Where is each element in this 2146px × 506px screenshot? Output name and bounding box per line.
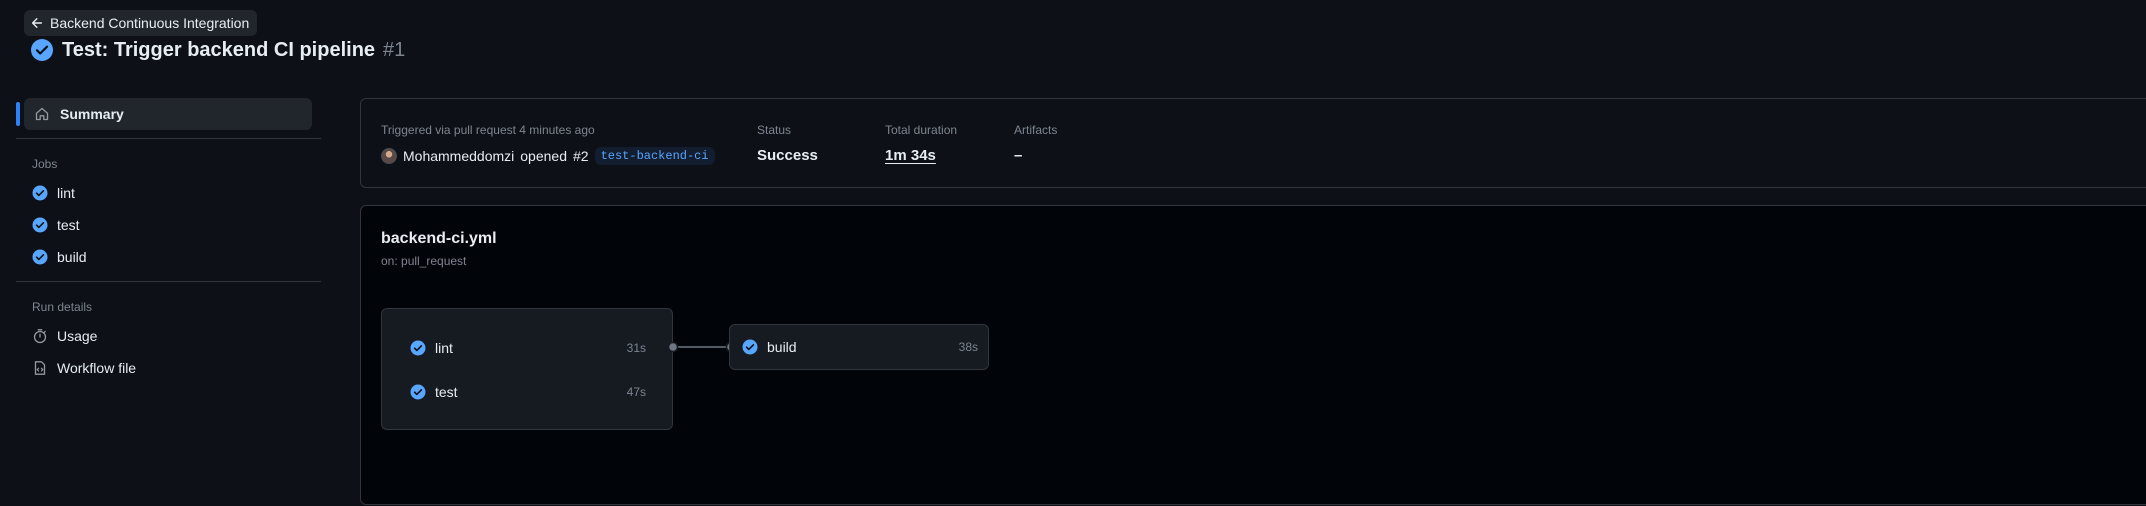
duration-info: Total duration 1m 34s [885, 123, 957, 164]
stopwatch-icon [33, 329, 47, 344]
workflow-graph-card: backend-ci.yml on: pull_request lint 31s… [360, 205, 2146, 505]
avatar[interactable] [381, 148, 397, 164]
sidebar-item-build[interactable]: build [16, 241, 321, 273]
workflow-trigger-event: on: pull_request [381, 254, 467, 268]
run-details-section-heading: Run details [32, 300, 93, 314]
job-group: lint 31s test 47s [381, 308, 673, 430]
job-node-lint[interactable]: lint 31s [410, 338, 646, 358]
sidebar-divider [16, 281, 321, 282]
trigger-action: opened [520, 148, 567, 164]
sidebar-item-usage[interactable]: Usage [16, 320, 321, 352]
success-check-icon [32, 249, 48, 265]
status-info: Status Success [757, 123, 818, 164]
sidebar-item-label: Workflow file [57, 360, 137, 376]
sidebar-item-label: Usage [57, 328, 98, 344]
home-icon [35, 107, 49, 121]
job-duration: 38s [958, 340, 978, 354]
trigger-detail: Mohammeddomzi opened #2 test-backend-ci [381, 147, 715, 165]
artifacts-value: – [1014, 147, 1023, 164]
run-summary-card: Triggered via pull request 4 minutes ago… [360, 98, 2146, 188]
success-check-icon [410, 340, 426, 356]
job-duration: 31s [626, 341, 646, 355]
sidebar-item-label: lint [57, 185, 75, 201]
sidebar-item-label: build [57, 249, 87, 265]
success-check-icon [32, 217, 48, 233]
sidebar-item-label: test [57, 217, 80, 233]
status-value: Success [757, 147, 818, 164]
workflow-run-page: Backend Continuous Integration Test: Tri… [0, 0, 2146, 506]
page-title: Test: Trigger backend CI pipeline [62, 38, 376, 61]
success-check-icon [32, 185, 48, 201]
sidebar-item-workflow-file[interactable]: Workflow file [16, 352, 321, 384]
job-duration: 47s [626, 385, 646, 399]
job-node-build[interactable]: build 38s [729, 324, 989, 370]
pull-request-link[interactable]: #2 [573, 148, 589, 164]
back-link-label: Backend Continuous Integration [50, 15, 250, 31]
trigger-label: Triggered via pull request 4 minutes ago [381, 123, 595, 137]
artifacts-info: Artifacts – [1014, 123, 1057, 164]
success-check-icon [410, 384, 426, 400]
trigger-info: Triggered via pull request 4 minutes ago… [381, 123, 715, 165]
actor-link[interactable]: Mohammeddomzi [403, 148, 514, 164]
run-number: #1 [383, 38, 406, 61]
sidebar-item-label: Summary [60, 106, 124, 122]
jobs-section-heading: Jobs [32, 157, 58, 171]
sidebar-item-lint[interactable]: lint [16, 177, 321, 209]
page-title-row: Test: Trigger backend CI pipeline #1 [30, 38, 405, 62]
job-dependency-connector [667, 341, 737, 353]
file-code-icon [34, 361, 46, 375]
status-label: Status [757, 123, 792, 137]
sidebar-item-test[interactable]: test [16, 209, 321, 241]
success-check-icon [31, 39, 53, 61]
job-name: build [767, 339, 797, 355]
sidebar-divider [16, 138, 321, 139]
branch-label[interactable]: test-backend-ci [594, 147, 715, 165]
success-check-icon [742, 339, 758, 355]
back-to-workflow-link[interactable]: Backend Continuous Integration [24, 10, 258, 36]
sidebar-item-summary[interactable]: Summary [16, 98, 312, 130]
job-node-test[interactable]: test 47s [410, 382, 646, 402]
duration-link[interactable]: 1m 34s [885, 147, 936, 164]
duration-value[interactable]: 1m 34s [885, 147, 957, 164]
job-name: lint [435, 340, 453, 356]
arrow-left-icon [31, 18, 43, 28]
artifacts-label: Artifacts [1014, 123, 1058, 137]
workflow-file-name[interactable]: backend-ci.yml [381, 230, 497, 248]
duration-label: Total duration [885, 123, 958, 137]
job-name: test [435, 384, 458, 400]
sidebar: Summary Jobs lint test build Run details… [16, 98, 321, 384]
